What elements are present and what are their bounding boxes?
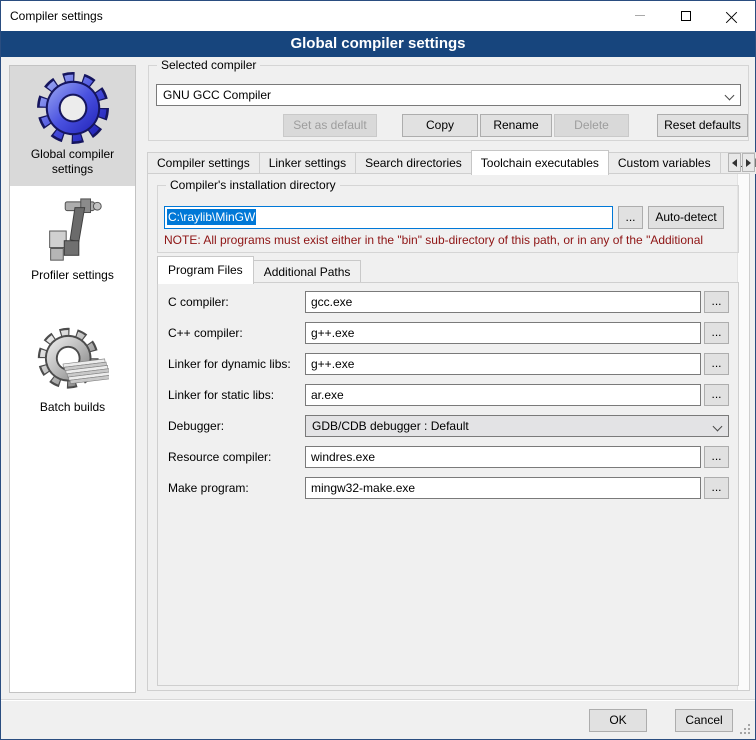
sidebar-item-label: Global compiler settings [18, 147, 128, 177]
cancel-button[interactable]: Cancel [675, 709, 733, 732]
c-compiler-input[interactable] [305, 291, 701, 313]
caliper-icon [10, 196, 135, 266]
delete-button[interactable]: Delete [554, 114, 629, 137]
field-label: Resource compiler: [168, 446, 271, 468]
field-label: Make program: [168, 477, 249, 499]
auto-detect-button[interactable]: Auto-detect [648, 206, 724, 229]
field-label: Debugger: [168, 415, 224, 437]
make-program-input[interactable] [305, 477, 701, 499]
tab-scroll-left-button[interactable] [728, 153, 741, 172]
compiler-select[interactable]: GNU GCC Compiler [156, 84, 741, 106]
right-arrow-icon [746, 159, 751, 167]
browse-button[interactable]: ... [704, 291, 729, 313]
minimize-button[interactable] [617, 1, 663, 30]
tab-scroll-arrows [728, 153, 755, 172]
sidebar: Global compiler settings Profiler settin… [9, 65, 136, 693]
maximize-icon [681, 11, 691, 21]
field-row-resource-compiler: Resource compiler: ... [158, 446, 738, 468]
group-label: Selected compiler [157, 58, 260, 72]
group-label: Compiler's installation directory [166, 178, 340, 192]
browse-button[interactable]: ... [704, 353, 729, 375]
sidebar-item-profiler-settings[interactable]: Profiler settings [10, 196, 135, 298]
field-row-debugger: Debugger: GDB/CDB debugger : Default [158, 415, 738, 437]
debugger-select[interactable]: GDB/CDB debugger : Default [305, 415, 729, 437]
field-row-cpp-compiler: C++ compiler: ... [158, 322, 738, 344]
toolchain-executables-page: Compiler's installation directory C:\ray… [147, 173, 750, 691]
resize-grip[interactable] [748, 732, 750, 734]
left-arrow-icon [732, 159, 737, 167]
program-files-page: C compiler: ... C++ compiler: ... Linker… [157, 282, 739, 686]
field-row-c-compiler: C compiler: ... [158, 291, 738, 313]
tab-linker-settings[interactable]: Linker settings [259, 152, 356, 174]
copy-button[interactable]: Copy [402, 114, 478, 137]
chevron-down-icon [725, 91, 735, 101]
batch-gear-icon [10, 326, 135, 398]
linker-static-input[interactable] [305, 384, 701, 406]
debugger-select-value: GDB/CDB debugger : Default [312, 419, 469, 433]
ok-button[interactable]: OK [589, 709, 647, 732]
set-as-default-button[interactable]: Set as default [283, 114, 377, 137]
browse-button[interactable]: ... [704, 477, 729, 499]
field-row-linker-static: Linker for static libs: ... [158, 384, 738, 406]
compiler-buttons-row: Set as default Copy Rename Delete Reset … [149, 114, 748, 137]
reset-defaults-button[interactable]: Reset defaults [657, 114, 748, 137]
selected-text: C:\raylib\MinGW [167, 209, 256, 225]
close-icon [726, 10, 738, 22]
tab-custom-variables[interactable]: Custom variables [608, 152, 721, 174]
window-title: Compiler settings [10, 1, 103, 31]
field-row-linker-dynamic: Linker for dynamic libs: ... [158, 353, 738, 375]
tab-toolchain-executables[interactable]: Toolchain executables [471, 150, 609, 175]
field-label: Linker for static libs: [168, 384, 274, 406]
sidebar-item-label: Batch builds [18, 400, 128, 415]
tab-scroll-right-button[interactable] [742, 153, 755, 172]
sidebar-item-global-compiler-settings[interactable]: Global compiler settings [10, 66, 135, 186]
compiler-select-value: GNU GCC Compiler [163, 88, 271, 102]
tab-program-files[interactable]: Program Files [157, 256, 254, 284]
settings-tabs: Compiler settings Linker settings Search… [147, 150, 756, 174]
browse-button[interactable]: ... [704, 384, 729, 406]
linker-dynamic-input[interactable] [305, 353, 701, 375]
cpp-compiler-input[interactable] [305, 322, 701, 344]
chevron-down-icon [713, 422, 723, 432]
field-label: C compiler: [168, 291, 229, 313]
dialog-header: Global compiler settings [1, 31, 755, 57]
field-label: Linker for dynamic libs: [168, 353, 291, 375]
close-button[interactable] [709, 1, 755, 30]
resource-compiler-input[interactable] [305, 446, 701, 468]
selected-compiler-group: Selected compiler GNU GCC Compiler Set a… [148, 65, 749, 141]
minimize-icon [635, 15, 645, 16]
tab-additional-paths[interactable]: Additional Paths [253, 260, 362, 283]
footer-separator-highlight [1, 700, 755, 701]
sidebar-item-batch-builds[interactable]: Batch builds [10, 326, 135, 426]
compiler-settings-dialog: Compiler settings Global compiler settin… [0, 0, 756, 740]
browse-button[interactable]: ... [704, 322, 729, 344]
installation-directory-input[interactable]: C:\raylib\MinGW [164, 206, 613, 229]
note-text: NOTE: All programs must exist either in … [164, 233, 734, 247]
field-row-make-program: Make program: ... [158, 477, 738, 499]
field-label: C++ compiler: [168, 322, 243, 344]
program-tabs: Program Files Additional Paths [157, 254, 361, 283]
tab-compiler-settings[interactable]: Compiler settings [147, 152, 260, 174]
installation-directory-group: Compiler's installation directory C:\ray… [157, 185, 739, 253]
rename-button[interactable]: Rename [480, 114, 552, 137]
titlebar: Compiler settings [1, 1, 755, 31]
browse-directory-button[interactable]: ... [618, 206, 643, 229]
blue-gear-icon [10, 71, 135, 145]
sidebar-item-label: Profiler settings [18, 268, 128, 283]
browse-button[interactable]: ... [704, 446, 729, 468]
tab-search-directories[interactable]: Search directories [355, 152, 472, 174]
maximize-button[interactable] [663, 1, 709, 30]
